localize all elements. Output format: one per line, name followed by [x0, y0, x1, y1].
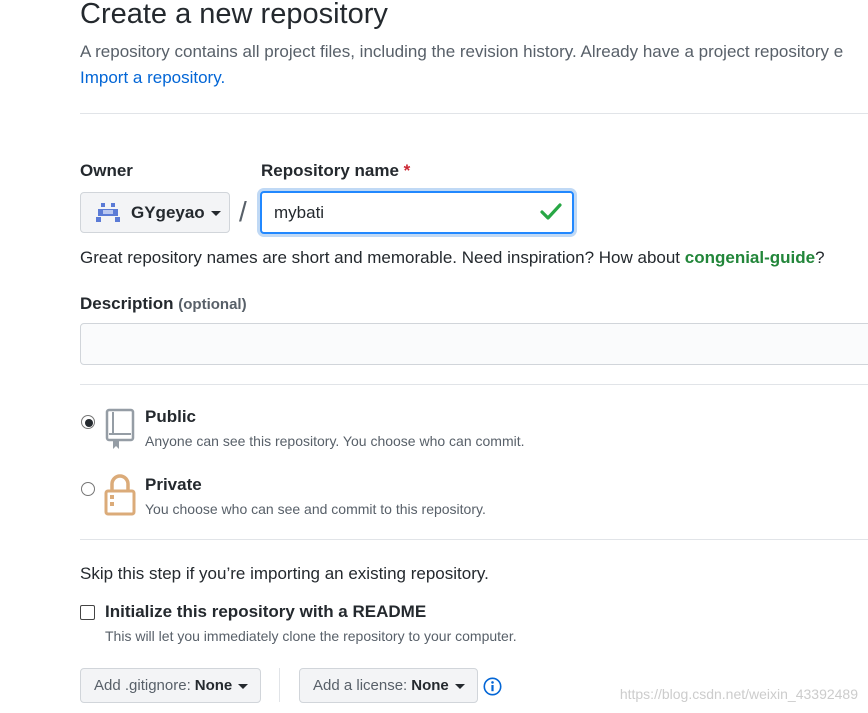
public-title: Public — [145, 407, 197, 426]
init-readme-subtitle: This will let you immediately clone the … — [105, 628, 517, 644]
description-input[interactable] — [80, 323, 868, 365]
page-title: Create a new repository — [80, 0, 388, 30]
required-mark: * — [403, 161, 411, 180]
private-radio[interactable] — [81, 482, 95, 496]
name-suggestion[interactable]: congenial-guide — [685, 248, 815, 267]
repo-name-value: mybati — [274, 202, 325, 222]
lock-icon — [104, 474, 136, 516]
owner-label: Owner — [80, 161, 133, 180]
owner-repo-separator: / — [239, 196, 247, 227]
gitignore-label: Add .gitignore: — [94, 677, 191, 694]
public-subtitle: Anyone can see this repository. You choo… — [145, 433, 525, 449]
info-icon[interactable] — [483, 677, 502, 696]
license-dropdown[interactable]: Add a license: None — [299, 668, 478, 703]
vertical-divider — [279, 668, 280, 702]
gitignore-dropdown[interactable]: Add .gitignore: None — [80, 668, 262, 703]
owner-name: GYgeyao — [131, 202, 205, 222]
chevron-down-icon — [210, 211, 221, 216]
repo-name-hint: Great repository names are short and mem… — [80, 248, 825, 268]
description-label: Description (optional) — [80, 294, 247, 314]
hint-text: Great repository names are short and mem… — [80, 248, 681, 267]
private-subtitle: You choose who can see and commit to thi… — [145, 501, 486, 517]
divider — [80, 113, 868, 114]
private-title: Private — [145, 475, 202, 494]
optional-tag: (optional) — [178, 296, 247, 313]
license-value: None — [411, 677, 449, 694]
divider — [80, 384, 868, 385]
repo-name-label-text: Repository name — [261, 161, 399, 180]
chevron-down-icon — [238, 684, 249, 689]
chevron-down-icon — [454, 684, 465, 689]
owner-dropdown[interactable]: GYgeyao — [80, 192, 230, 233]
owner-avatar-icon — [96, 202, 120, 222]
divider — [80, 539, 868, 540]
init-readme-label[interactable]: Initialize this repository with a README — [105, 602, 426, 622]
gitignore-value: None — [194, 677, 233, 694]
repo-name-label: Repository name * — [261, 161, 410, 181]
public-radio[interactable] — [81, 415, 95, 429]
repo-name-input[interactable]: mybati — [260, 191, 574, 234]
watermark-text: https://blog.csdn.net/weixin_43392489 — [619, 686, 858, 702]
page-intro: A repository contains all project files,… — [80, 42, 844, 61]
check-icon — [540, 203, 562, 220]
repo-book-icon — [105, 408, 135, 449]
import-repository-link[interactable]: Import a repository. — [80, 68, 225, 88]
hint-end: ? — [815, 248, 825, 267]
skip-step-text: Skip this step if you’re importing an ex… — [80, 564, 489, 583]
description-label-text: Description — [80, 294, 174, 313]
license-label: Add a license: — [313, 677, 408, 694]
init-readme-checkbox[interactable] — [80, 605, 95, 620]
